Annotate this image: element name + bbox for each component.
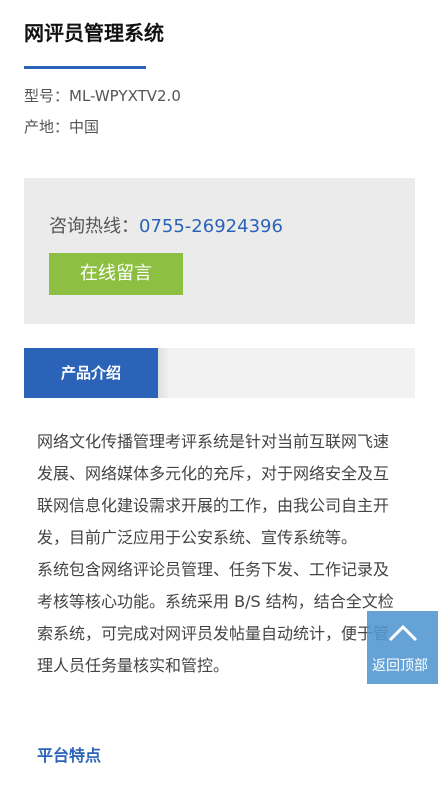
chevron-up-icon [388,624,418,642]
page-title: 网评员管理系统 [24,21,164,45]
features-heading: 平台特点 [37,746,102,765]
product-model: 型号：ML-WPYXTV2.0 [24,85,181,106]
product-page: 网评员管理系统 型号：ML-WPYXTV2.0 产地：中国 咨询热线：0755-… [0,0,438,800]
title-underline [24,66,146,69]
contact-panel: 咨询热线：0755-26924396 在线留言 [24,178,415,324]
hotline: 咨询热线：0755-26924396 [49,212,283,238]
product-intro-content: 网络文化传播管理考评系统是针对当前互联网飞速发展、网络媒体多元化的充斥，对于网络… [37,426,397,682]
model-value: ML-WPYXTV2.0 [69,87,181,105]
intro-paragraph: 网络文化传播管理考评系统是针对当前互联网飞速发展、网络媒体多元化的充斥，对于网络… [37,432,390,547]
back-to-top-button[interactable]: 返回顶部 [367,611,438,684]
product-origin: 产地：中国 [24,116,99,137]
tab-product-intro[interactable]: 产品介绍 [24,348,158,398]
origin-label: 产地： [24,118,70,136]
origin-value: 中国 [69,118,100,136]
tab-divider-shadow [158,348,170,398]
hotline-label: 咨询热线： [49,216,139,237]
model-label: 型号： [24,87,70,105]
hotline-number[interactable]: 0755-26924396 [139,216,283,237]
tab-bar: 产品介绍 [24,348,415,398]
back-to-top-label: 返回顶部 [372,658,428,674]
online-message-button[interactable]: 在线留言 [49,253,183,295]
intro-paragraph: 系统包含网络评论员管理、任务下发、工作记录及考核等核心功能。系统采用 B/S 结… [37,560,394,675]
